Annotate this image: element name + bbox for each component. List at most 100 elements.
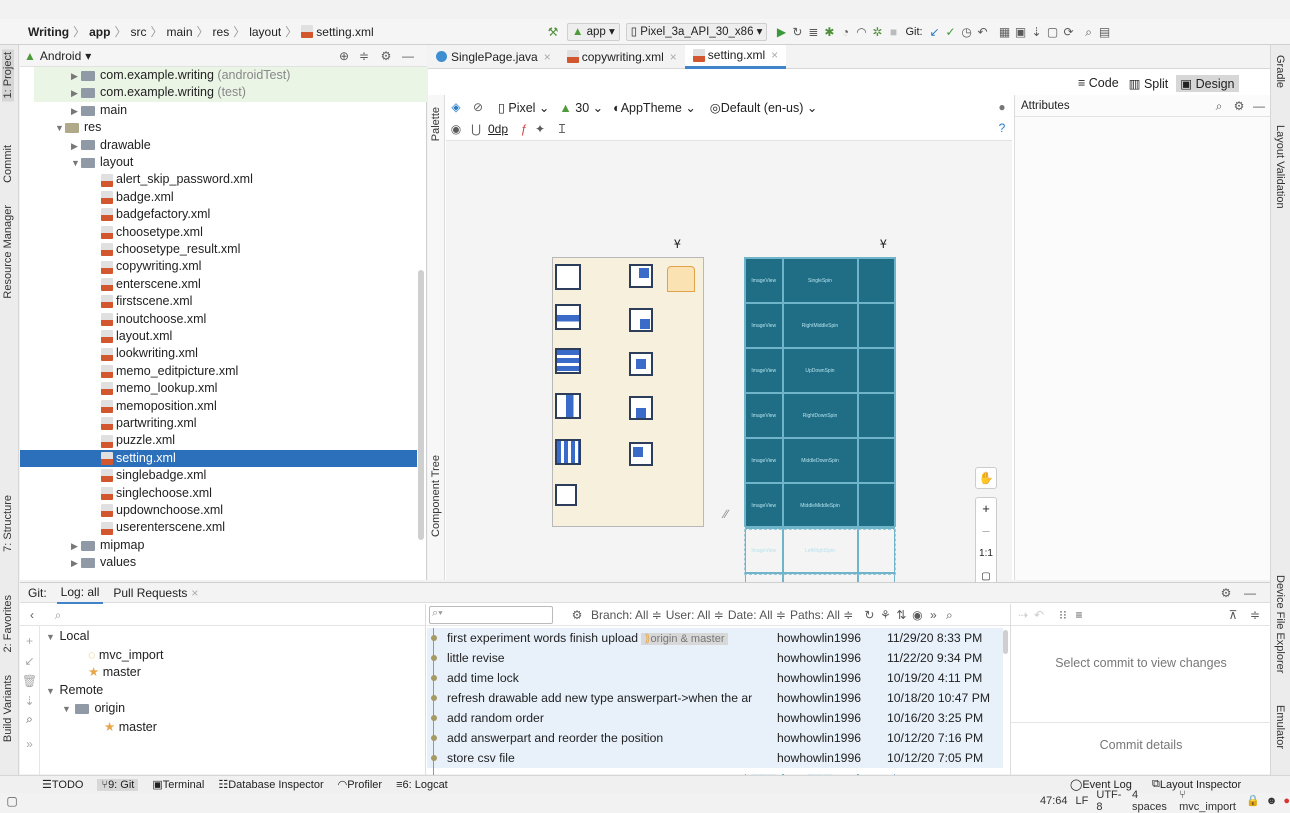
device-dropdown[interactable]: ▯ Pixel ⌄ — [498, 100, 549, 115]
blueprint-cell[interactable] — [857, 348, 895, 393]
commit-row[interactable]: little revise howhowlin1996 11/22/20 9:34 … — [427, 648, 1003, 668]
tree-item[interactable]: partwriting.xml — [34, 415, 429, 432]
assistant-icon[interactable]: ▤ — [1097, 24, 1113, 40]
device-select[interactable]: ▯ Pixel_3a_API_30_x86 ▾ — [625, 23, 768, 41]
log-scrollbar[interactable] — [1003, 630, 1008, 654]
tree-item[interactable]: badge.xml — [34, 189, 429, 206]
tree-item[interactable]: firstscene.xml — [34, 293, 429, 310]
refresh-icon[interactable]: ↻ — [861, 607, 877, 623]
blueprint-cell[interactable]: ImageView — [745, 438, 783, 483]
blueprint-cell[interactable] — [857, 258, 895, 303]
git-history-icon[interactable]: ◷ — [959, 24, 975, 40]
commit-row[interactable]: add answerpart and reorder the position h… — [427, 728, 1003, 748]
local-node[interactable]: ▼ Local — [46, 628, 164, 647]
breadcrumb-res[interactable]: res — [213, 25, 230, 39]
blueprint-cell[interactable]: ImageView — [745, 393, 783, 438]
expand-icon[interactable]: ≡ — [1071, 607, 1087, 623]
git-update-icon[interactable]: ↙ — [927, 24, 943, 40]
tree-item[interactable]: badgefactory.xml — [34, 206, 429, 223]
design-canvas[interactable]: Ұ Ұ ∕∕ ImageView SingleSpin ImageView Right… — [446, 140, 1012, 798]
tab-singlepage[interactable]: SinglePage.java × — [428, 45, 559, 69]
error-icon[interactable]: ● — [1283, 795, 1290, 807]
gear-icon[interactable]: ⚙ — [1231, 98, 1247, 114]
default-margin[interactable]: 0dp — [488, 122, 508, 136]
tree-item[interactable]: ▶ mipmap — [34, 537, 429, 554]
run-icon[interactable]: ▶ — [773, 24, 789, 40]
tree-item[interactable]: memo_editpicture.xml — [34, 363, 429, 380]
project-structure-icon[interactable]: ▦ — [997, 24, 1013, 40]
blueprint-cell[interactable] — [857, 483, 895, 528]
blueprint-cell[interactable]: ImageView — [745, 483, 783, 528]
tab-setting[interactable]: setting.xml × — [684, 44, 787, 69]
paths-filter[interactable]: Paths: All ≑ — [790, 608, 853, 622]
tree-item[interactable]: ▶ main — [34, 102, 429, 119]
search-icon[interactable]: ⌕ — [1081, 24, 1097, 40]
blueprint-cell[interactable] — [857, 438, 895, 483]
gear-icon[interactable]: ⚙ — [569, 607, 585, 623]
build-variants-tab[interactable]: Build Variants — [2, 675, 14, 742]
encoding[interactable]: UTF-8 — [1096, 789, 1124, 813]
line-separator[interactable]: LF — [1076, 795, 1089, 807]
group-icon[interactable]: ⁝⁝ — [1055, 607, 1071, 623]
chevron-left-icon[interactable]: ‹ — [24, 607, 40, 623]
blueprint-cell[interactable]: ImageView — [745, 258, 783, 303]
blueprint-cell[interactable]: SingleSpin — [782, 258, 858, 303]
more-icon[interactable]: » — [925, 607, 941, 623]
breadcrumb-writing[interactable]: Writing — [28, 25, 69, 39]
split-mode-button[interactable]: ▥ Split — [1129, 76, 1169, 91]
delete-icon[interactable]: 🗑 — [20, 674, 39, 688]
blueprint-cell[interactable]: ImageView — [745, 303, 783, 348]
profile-icon[interactable]: ◔ — [837, 24, 853, 40]
close-icon[interactable]: × — [670, 50, 677, 64]
project-tool-tab[interactable]: 1: Project — [2, 49, 14, 102]
commit-row[interactable]: first experiment words finish upload ⟫or… — [427, 628, 1003, 648]
hide-icon[interactable]: — — [1242, 585, 1258, 601]
expand-all-icon[interactable]: ⊼ — [1225, 607, 1241, 623]
branch-filter[interactable]: Branch: All ≑ — [591, 608, 662, 622]
stop-icon[interactable]: ■ — [885, 24, 901, 40]
branch-mvc-import[interactable]: ◌ mvc_import — [88, 647, 164, 665]
close-icon[interactable]: × — [771, 48, 778, 62]
blueprint-cell[interactable]: RightDownSpin — [782, 393, 858, 438]
infer-constraints-icon[interactable]: ✦ — [532, 121, 548, 137]
tree-item[interactable]: choosetype_result.xml — [34, 241, 429, 258]
revert-icon[interactable]: ↶ — [1031, 607, 1047, 623]
magnet-icon[interactable]: ⋃ — [468, 121, 484, 137]
blueprint-cell[interactable]: UpDownSpin — [782, 348, 858, 393]
tree-item[interactable]: enterscene.xml — [34, 276, 429, 293]
commit-row[interactable]: store csv file howhowlin1996 10/12/20 7:05… — [427, 748, 1003, 768]
branch-origin-master[interactable]: ★ master — [104, 719, 164, 737]
tree-item[interactable]: alert_skip_password.xml — [34, 171, 429, 188]
tree-item[interactable]: ▶ com.example.writing (androidTest) — [34, 67, 429, 85]
collapse-icon[interactable]: ≑ — [356, 48, 372, 64]
blueprint-cell[interactable]: ImageView — [745, 348, 783, 393]
zoom-in-button[interactable]: + — [976, 498, 996, 520]
breadcrumb-layout[interactable]: layout — [249, 25, 281, 39]
sort-icon[interactable]: ⇅ — [893, 607, 909, 623]
apply-code-icon[interactable]: ≣ — [805, 24, 821, 40]
palette-tab[interactable]: Palette — [430, 107, 442, 141]
zoom-1to1-button[interactable]: 1:1 — [976, 542, 996, 566]
sdk-manager-icon[interactable]: ⇣ — [1029, 24, 1045, 40]
show-diff-icon[interactable]: ⇢ — [1015, 607, 1031, 623]
tree-item[interactable]: ▶ com.example.writing (test) — [34, 84, 429, 102]
panel-toggle-icon[interactable]: ▢ — [4, 793, 20, 809]
bug-icon[interactable]: ✲ — [869, 24, 885, 40]
branch-master[interactable]: ★ master — [88, 664, 164, 682]
close-icon[interactable]: × — [544, 50, 551, 64]
blueprint-preview[interactable]: ImageView SingleSpin ImageView RightMiddleS… — [744, 257, 896, 798]
origin-node[interactable]: ▼ origin — [62, 700, 164, 719]
tab-copywriting[interactable]: copywriting.xml × — [559, 45, 685, 69]
api-dropdown[interactable]: ▲ 30 ⌄ — [559, 100, 603, 115]
tree-item[interactable]: copywriting.xml — [34, 258, 429, 275]
commit-row[interactable]: add time lock howhowlin1996 10/19/20 4:11 … — [427, 668, 1003, 688]
search-icon[interactable]: ⌕ — [1211, 98, 1227, 114]
design-preview[interactable] — [552, 257, 704, 527]
tree-item[interactable]: singlebadge.xml — [34, 467, 429, 484]
theme-dropdown[interactable]: ◐AppTheme ⌄ — [613, 100, 696, 115]
logcat-tab[interactable]: ≡ 6: Logcat — [396, 779, 448, 791]
blueprint-cell[interactable]: MiddleDownSpin — [782, 438, 858, 483]
git-branch[interactable]: ⑂ mvc_import — [1179, 789, 1238, 813]
git-rollback-icon[interactable]: ↶ — [975, 24, 991, 40]
eye-icon[interactable]: ◉ — [448, 121, 464, 137]
